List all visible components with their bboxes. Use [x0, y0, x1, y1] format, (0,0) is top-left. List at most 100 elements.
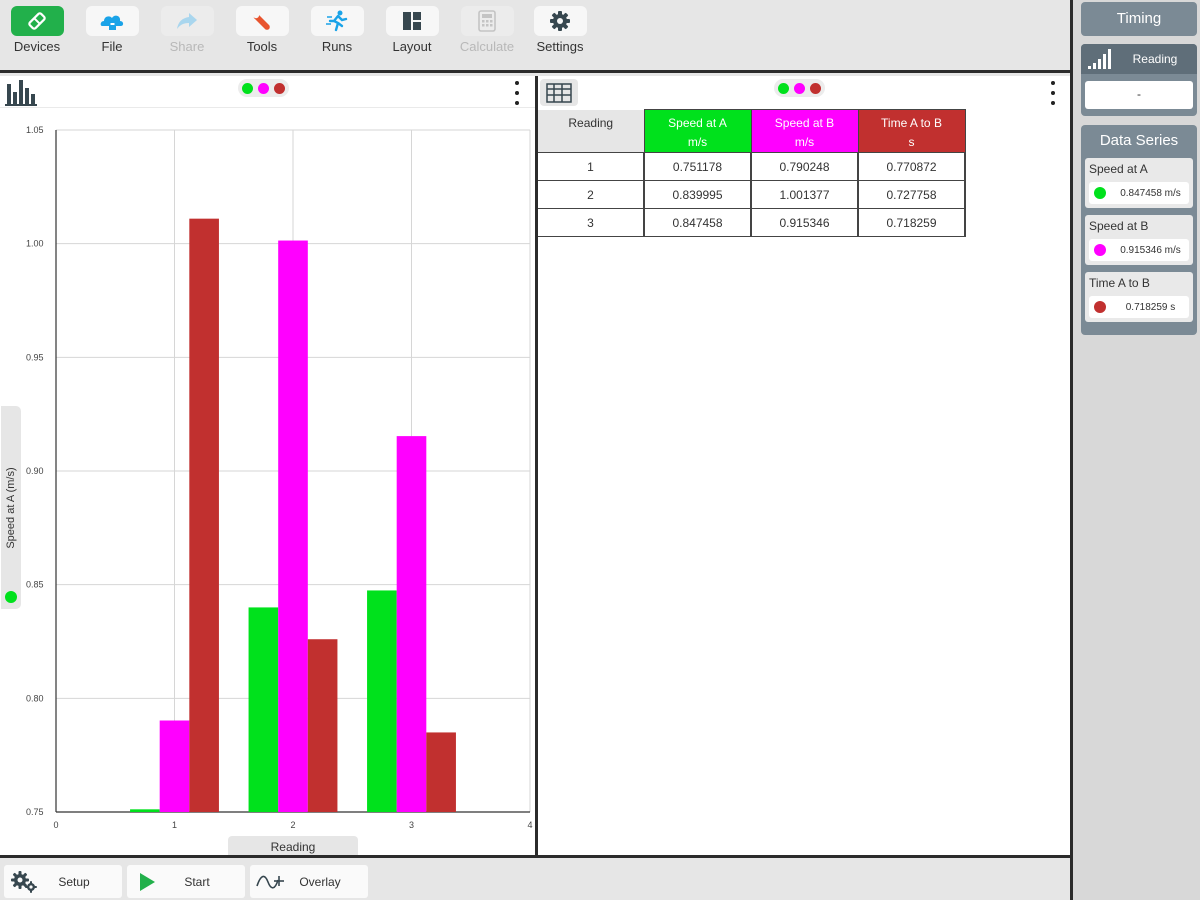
overlay-label: Overlay	[299, 874, 341, 889]
display-type-button[interactable]	[2, 77, 42, 107]
y-axis-label: Speed at A (m/s)	[5, 466, 17, 549]
y-tick-label: 0.95	[26, 352, 44, 362]
y-tick-label: 0.75	[26, 807, 44, 817]
x-tick-label: 3	[409, 820, 414, 830]
y-tick-label: 0.90	[26, 466, 44, 476]
graph-series-selector[interactable]	[238, 79, 289, 97]
bar-speed-a	[130, 809, 160, 812]
time-ab-dot	[1094, 301, 1106, 313]
header-speed-a[interactable]: Speed at Am/s	[643, 109, 752, 153]
graph-panel-header	[0, 76, 535, 108]
start-button[interactable]: Start	[127, 865, 245, 898]
header-reading[interactable]: Reading	[538, 109, 644, 153]
table-cell[interactable]: 0.839995	[643, 180, 752, 209]
tools-button[interactable]: Tools	[232, 6, 292, 54]
signal-strength-icon	[1088, 49, 1111, 69]
data-series-title: Data Series	[1099, 132, 1179, 149]
table-header-row: Reading Speed at Am/s Speed at Bm/s Time…	[538, 109, 966, 153]
table-cell[interactable]: 0.847458	[643, 208, 752, 237]
tools-label: Tools	[246, 39, 278, 54]
bar-chart[interactable]: 0.75 0.80 0.85 0.90 0.95 1.00 1.05 0 1 2 3 4	[0, 108, 535, 855]
settings-icon	[550, 11, 570, 31]
settings-button[interactable]: Settings	[530, 6, 590, 54]
series-name: Speed at A	[1089, 162, 1148, 176]
x-tick-label: 4	[527, 820, 532, 830]
header-speed-b[interactable]: Speed at Bm/s	[750, 109, 859, 153]
header-time-ab[interactable]: Time A to Bs	[857, 109, 966, 153]
setup-label: Setup	[58, 874, 90, 889]
x-tick-label: 2	[290, 820, 295, 830]
x-axis-label: Reading	[270, 840, 316, 854]
calculate-button[interactable]: Calculate	[457, 6, 517, 54]
table-row: 2 0.839995 1.001377 0.727758	[538, 180, 966, 209]
setup-gears-icon	[11, 870, 37, 893]
overlay-button[interactable]: Overlay	[250, 865, 368, 898]
table-cell[interactable]: 2	[538, 180, 645, 209]
table-cell[interactable]: 1	[538, 152, 645, 181]
reading-label: Reading	[1132, 52, 1178, 66]
speed-b-dot	[1094, 244, 1106, 256]
bar-time-ab	[426, 732, 456, 812]
runs-button[interactable]: Runs	[307, 6, 367, 54]
top-toolbar: Devices File Share Tools Runs Layout Cal…	[0, 0, 1070, 73]
bar-graph-panel: 0.75 0.80 0.85 0.90 0.95 1.00 1.05 0 1 2 3 4 Speed …	[0, 76, 535, 855]
data-table: Reading Speed at Am/s Speed at Bm/s Time…	[538, 109, 966, 237]
reading-value: -	[1085, 81, 1193, 109]
table-series-selector[interactable]	[774, 79, 825, 97]
table-panel-header	[538, 76, 1070, 108]
bar-speed-a	[367, 590, 397, 812]
table-cell[interactable]: 0.915346	[750, 208, 859, 237]
speed-a-dot	[242, 82, 253, 94]
y-tick-label: 1.00	[26, 239, 44, 249]
devices-label: Devices	[13, 39, 61, 54]
table-cell[interactable]: 3	[538, 208, 645, 237]
bottom-toolbar: Setup Start Overlay	[0, 855, 1070, 900]
layout-button[interactable]: Layout	[382, 6, 442, 54]
bar-time-ab	[189, 218, 219, 812]
time-ab-dot	[810, 82, 821, 94]
table-icon	[546, 82, 572, 103]
series-card-speed-b[interactable]: Speed at B 0.915346 m/s	[1085, 215, 1193, 265]
play-icon	[140, 872, 155, 891]
speed-b-dot	[258, 82, 269, 94]
x-tick-label: 1	[172, 820, 177, 830]
reading-box[interactable]: Reading -	[1081, 44, 1197, 116]
speed-b-dot	[794, 82, 805, 94]
tools-icon	[252, 11, 270, 30]
devices-icon	[28, 12, 46, 30]
x-axis-selector[interactable]: Reading	[228, 836, 358, 855]
table-cell[interactable]: 0.790248	[750, 152, 859, 181]
table-cell[interactable]: 0.727758	[857, 180, 966, 209]
time-ab-dot	[274, 82, 285, 94]
data-series-panel: Data Series Speed at A 0.847458 m/s Spee…	[1081, 125, 1197, 335]
table-cell[interactable]: 0.770872	[857, 152, 966, 181]
start-label: Start	[184, 874, 210, 889]
timing-label: Timing	[1116, 10, 1162, 27]
calculate-icon	[478, 10, 496, 32]
setup-button[interactable]: Setup	[4, 865, 122, 898]
settings-label: Settings	[536, 39, 584, 54]
y-tick-label: 1.05	[26, 125, 44, 135]
table-panel: Reading Speed at Am/s Speed at Bm/s Time…	[538, 76, 1070, 855]
file-button[interactable]: File	[82, 6, 142, 54]
bar-speed-b	[278, 240, 308, 813]
series-card-speed-a[interactable]: Speed at A 0.847458 m/s	[1085, 158, 1193, 208]
devices-button[interactable]: Devices	[7, 6, 67, 54]
table-cell[interactable]: 0.718259	[857, 208, 966, 237]
series-card-time-ab[interactable]: Time A to B 0.718259 s	[1085, 272, 1193, 322]
table-cell[interactable]: 0.751178	[643, 152, 752, 181]
y-axis-series-dot	[5, 591, 17, 603]
calculate-label: Calculate	[459, 39, 515, 54]
runs-icon	[326, 10, 348, 32]
layout-icon	[403, 12, 421, 30]
y-axis-selector[interactable]: Speed at A (m/s)	[1, 406, 21, 609]
display-type-button[interactable]	[540, 79, 578, 106]
right-sidebar: Timing Reading - Data Series Speed at A …	[1070, 0, 1200, 900]
table-cell[interactable]: 1.001377	[750, 180, 859, 209]
graph-more-options-icon[interactable]	[514, 81, 520, 105]
file-label: File	[101, 39, 123, 54]
table-more-options-icon[interactable]	[1050, 81, 1056, 105]
timing-button[interactable]: Timing	[1081, 2, 1197, 36]
share-button[interactable]: Share	[157, 6, 217, 54]
y-tick-label: 0.80	[26, 693, 44, 703]
